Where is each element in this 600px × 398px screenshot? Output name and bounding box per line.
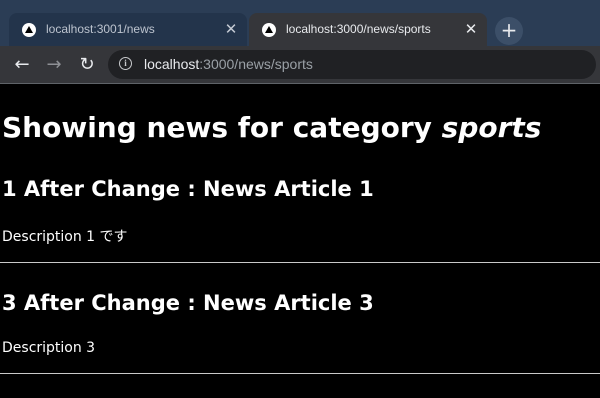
back-button[interactable]: ←	[9, 52, 35, 78]
url-path: :3000/news/sports	[199, 56, 313, 72]
page-title-category: sports	[441, 111, 542, 144]
back-arrow-icon: ←	[14, 54, 30, 75]
article-description: Description 3	[2, 340, 96, 356]
tab-news[interactable]: localhost:3001/news ✕	[9, 13, 247, 46]
article-divider	[0, 262, 600, 263]
url-host: localhost	[144, 56, 200, 72]
browser-toolbar: ← → ↻ i localhost:3000/news/sports	[0, 46, 600, 83]
article-divider	[0, 373, 600, 374]
tab-strip: localhost:3001/news ✕ localhost:3000/new…	[0, 0, 600, 46]
favicon-icon	[262, 23, 276, 37]
close-icon[interactable]: ✕	[462, 20, 480, 38]
reload-button[interactable]: ↻	[74, 52, 100, 78]
favicon-icon	[22, 23, 36, 37]
url-text: localhost:3000/news/sports	[144, 56, 313, 72]
tab-title: localhost:3001/news	[46, 22, 155, 36]
forward-button[interactable]: →	[41, 52, 67, 78]
close-icon[interactable]: ✕	[222, 20, 240, 38]
article-description: Description 1 です	[2, 229, 128, 245]
article-title: 3 After Change : News Article 3	[2, 291, 374, 315]
info-icon[interactable]: i	[119, 57, 132, 70]
page-content: Showing news for category sports 1 After…	[0, 84, 600, 398]
article-title: 1 After Change : News Article 1	[2, 177, 374, 201]
page-title: Showing news for category sports	[2, 111, 541, 144]
page-title-prefix: Showing news for category	[2, 111, 442, 144]
tab-title: localhost:3000/news/sports	[286, 22, 431, 36]
forward-arrow-icon: →	[46, 54, 62, 75]
address-bar[interactable]: i localhost:3000/news/sports	[108, 50, 596, 79]
plus-icon: +	[500, 18, 518, 42]
tab-sports[interactable]: localhost:3000/news/sports ✕	[249, 13, 487, 46]
reload-icon: ↻	[79, 54, 95, 75]
new-tab-button[interactable]: +	[495, 17, 523, 45]
